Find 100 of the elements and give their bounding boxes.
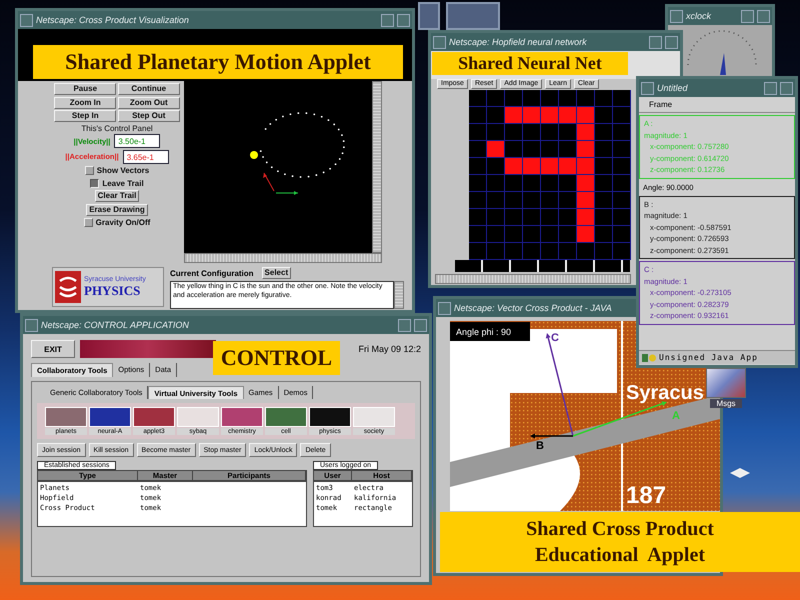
neuron-cell[interactable]	[487, 226, 505, 243]
neuron-cell[interactable]	[613, 158, 631, 175]
neuron-cell[interactable]	[559, 141, 577, 158]
neuron-cell[interactable]	[487, 141, 505, 158]
neuron-cell[interactable]	[541, 243, 559, 260]
control-button[interactable]: Zoom Out	[118, 96, 180, 108]
horizontal-scrollbar[interactable]	[435, 274, 631, 284]
tool-thumbnail[interactable]	[265, 407, 307, 427]
neuron-cell[interactable]	[523, 124, 541, 141]
neuron-cell[interactable]	[541, 158, 559, 175]
vertical-scrollbar[interactable]	[394, 281, 404, 309]
neuron-cell[interactable]	[541, 192, 559, 209]
neuron-cell[interactable]	[559, 158, 577, 175]
control-button[interactable]: Pause	[54, 83, 116, 95]
minimize-button[interactable]	[649, 36, 662, 48]
neuron-cell[interactable]	[487, 90, 505, 107]
control-button[interactable]: Continue	[118, 83, 180, 95]
maximize-button[interactable]	[757, 10, 770, 22]
window-menu-button[interactable]	[433, 36, 446, 48]
neuron-cell[interactable]	[541, 124, 559, 141]
neuron-cell[interactable]	[577, 90, 595, 107]
tool-thumbnail[interactable]	[353, 407, 395, 427]
tool-thumbnail[interactable]	[177, 407, 219, 427]
tool-thumbnail[interactable]	[309, 407, 351, 427]
maximize-button[interactable]	[414, 318, 427, 332]
messages-icon[interactable]	[706, 368, 746, 398]
neuron-cell[interactable]	[559, 107, 577, 124]
exit-button[interactable]: EXIT	[31, 340, 75, 358]
neuron-cell[interactable]	[577, 107, 595, 124]
neuron-cell[interactable]	[541, 90, 559, 107]
neuron-cell[interactable]	[559, 175, 577, 192]
maximize-button[interactable]	[665, 36, 678, 48]
neuron-cell[interactable]	[595, 226, 613, 243]
neuron-cell[interactable]	[595, 158, 613, 175]
neuron-cell[interactable]	[469, 124, 487, 141]
neuron-cell[interactable]	[613, 192, 631, 209]
icon-label[interactable]: Msgs	[710, 399, 742, 408]
neuron-cell[interactable]	[469, 107, 487, 124]
neuron-cell[interactable]	[577, 124, 595, 141]
minimize-button[interactable]	[764, 82, 777, 94]
neuron-cell[interactable]	[541, 209, 559, 226]
neuron-cell[interactable]	[595, 209, 613, 226]
neuron-cell[interactable]	[577, 226, 595, 243]
neuron-cell[interactable]	[505, 243, 523, 260]
control-button[interactable]: Step Out	[118, 110, 180, 122]
neuron-cell[interactable]	[469, 226, 487, 243]
neuron-cell[interactable]	[613, 107, 631, 124]
window-menu-button[interactable]	[641, 82, 654, 94]
diamond-icon[interactable]	[730, 468, 750, 478]
neuron-cell[interactable]	[595, 243, 613, 260]
neuron-cell[interactable]	[505, 192, 523, 209]
neuron-cell[interactable]	[559, 192, 577, 209]
window-thumbnail[interactable]	[446, 2, 500, 30]
window-menu-button[interactable]	[670, 10, 683, 22]
neuron-cell[interactable]	[595, 192, 613, 209]
neuron-cell[interactable]	[613, 124, 631, 141]
neuron-cell[interactable]	[559, 243, 577, 260]
neuron-cell[interactable]	[523, 107, 541, 124]
tool-thumbnail[interactable]	[89, 407, 131, 427]
neuron-cell[interactable]	[505, 175, 523, 192]
window-menu-button[interactable]	[20, 14, 33, 26]
neuron-cell[interactable]	[505, 209, 523, 226]
tool-thumbnail[interactable]	[221, 407, 263, 427]
neuron-cell[interactable]	[595, 90, 613, 107]
neuron-cell[interactable]	[523, 90, 541, 107]
minimize-button[interactable]	[398, 318, 411, 332]
control-button[interactable]: Step In	[54, 110, 116, 122]
neuron-cell[interactable]	[541, 175, 559, 192]
window-thumbnail[interactable]	[418, 2, 440, 30]
control-button[interactable]: Zoom In	[54, 96, 116, 108]
neuron-cell[interactable]	[577, 243, 595, 260]
neuron-cell[interactable]	[613, 209, 631, 226]
neuron-cell[interactable]	[469, 90, 487, 107]
neuron-cell[interactable]	[487, 124, 505, 141]
neuron-cell[interactable]	[541, 226, 559, 243]
neuron-cell[interactable]	[469, 141, 487, 158]
neuron-cell[interactable]	[559, 90, 577, 107]
neuron-cell[interactable]	[613, 243, 631, 260]
neuron-cell[interactable]	[559, 124, 577, 141]
neuron-cell[interactable]	[523, 243, 541, 260]
window-menu-button[interactable]	[438, 302, 451, 314]
menu-item[interactable]: Frame	[649, 100, 672, 109]
value-field[interactable]: 3.50e-1	[114, 134, 160, 148]
checkbox[interactable]	[90, 178, 100, 188]
neuron-cell[interactable]	[613, 141, 631, 158]
minimize-button[interactable]	[381, 14, 394, 26]
neuron-cell[interactable]	[505, 141, 523, 158]
maximize-button[interactable]	[780, 82, 793, 94]
tool-thumbnail[interactable]	[133, 407, 175, 427]
neuron-cell[interactable]	[505, 107, 523, 124]
neuron-cell[interactable]	[595, 175, 613, 192]
neuron-cell[interactable]	[469, 175, 487, 192]
neuron-cell[interactable]	[613, 175, 631, 192]
neuron-cell[interactable]	[487, 192, 505, 209]
value-field[interactable]: 3.65e-1	[122, 150, 169, 164]
neuron-cell[interactable]	[613, 226, 631, 243]
neuron-cell[interactable]	[577, 141, 595, 158]
neuron-cell[interactable]	[505, 124, 523, 141]
neuron-cell[interactable]	[559, 209, 577, 226]
neuron-cell[interactable]	[487, 107, 505, 124]
